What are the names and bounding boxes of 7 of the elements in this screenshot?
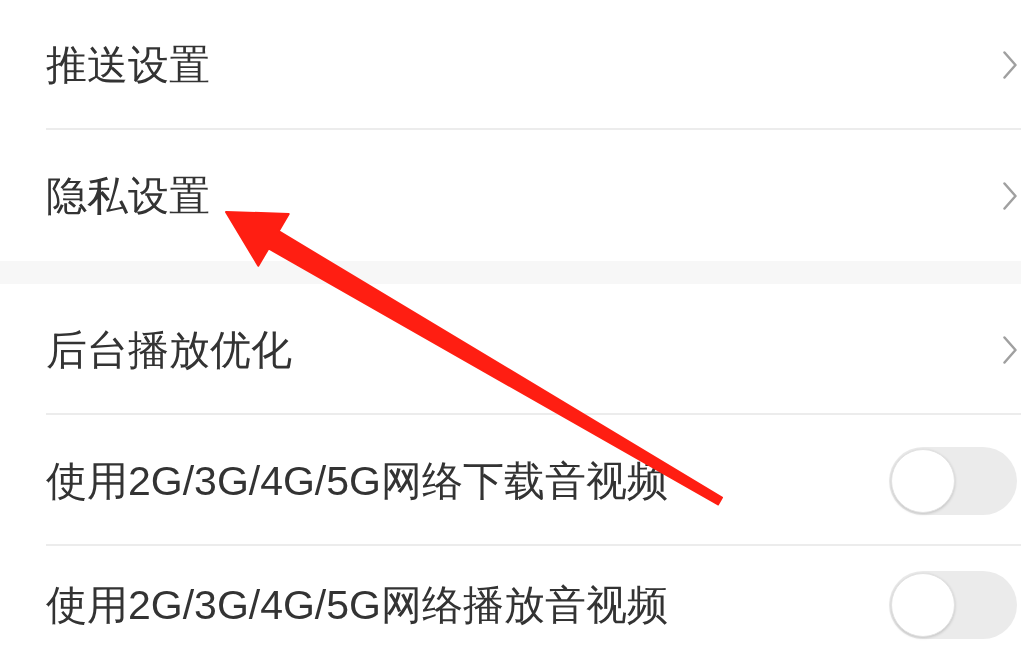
setting-label: 隐私设置 bbox=[46, 171, 210, 220]
chevron-right-icon bbox=[1003, 335, 1017, 364]
setting-label: 推送设置 bbox=[46, 41, 210, 89]
setting-label: 后台播放优化 bbox=[46, 325, 292, 374]
setting-label: 使用2G/3G/4G/5G网络播放音视频 bbox=[46, 581, 668, 629]
chevron-right-icon bbox=[1003, 51, 1017, 79]
chevron-right-icon bbox=[1003, 181, 1017, 210]
